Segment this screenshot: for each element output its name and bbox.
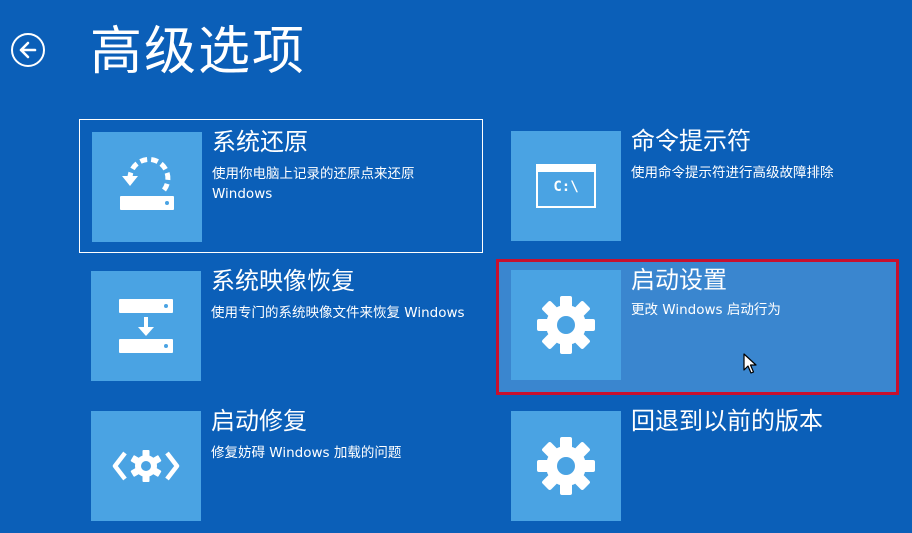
tile-title: 命令提示符 [631,127,751,155]
tile-description: 使用你电脑上记录的还原点来还原 Windows [212,166,415,202]
system-image-recovery-icon [91,271,201,381]
tile-system-image-recovery[interactable]: 系统映像恢复 使用专门的系统映像文件来恢复 Windows [79,259,483,393]
startup-repair-icon [91,411,201,521]
system-restore-icon [92,132,202,242]
tile-title: 启动设置 [631,266,727,294]
tile-startup-repair[interactable]: 启动修复 修复妨碍 Windows 加载的问题 [79,399,483,533]
tile-title: 回退到以前的版本 [631,407,823,435]
gear-icon [511,270,621,380]
tile-system-restore[interactable]: 系统还原 使用你电脑上记录的还原点来还原 Windows [79,119,483,253]
tile-go-back-previous-version[interactable]: 回退到以前的版本 [499,399,903,533]
tile-title: 系统映像恢复 [211,267,355,295]
back-button[interactable] [11,33,45,67]
tile-startup-settings[interactable]: 启动设置 更改 Windows 启动行为 [496,259,899,395]
tile-description: 更改 Windows 启动行为 [631,302,781,318]
tile-description: 修复妨碍 Windows 加载的问题 [211,445,402,461]
mouse-cursor-icon [743,353,757,374]
page-title: 高级选项 [90,22,307,82]
gear-icon [511,411,621,521]
tile-title: 启动修复 [211,407,307,435]
tile-title: 系统还原 [212,128,308,156]
arrow-left-icon [19,41,37,59]
tile-command-prompt[interactable]: C:\ 命令提示符 使用命令提示符进行高级故障排除 [499,119,903,253]
command-prompt-icon: C:\ [511,131,621,241]
tile-description: 使用命令提示符进行高级故障排除 [631,165,834,181]
tile-description: 使用专门的系统映像文件来恢复 Windows [211,305,465,321]
